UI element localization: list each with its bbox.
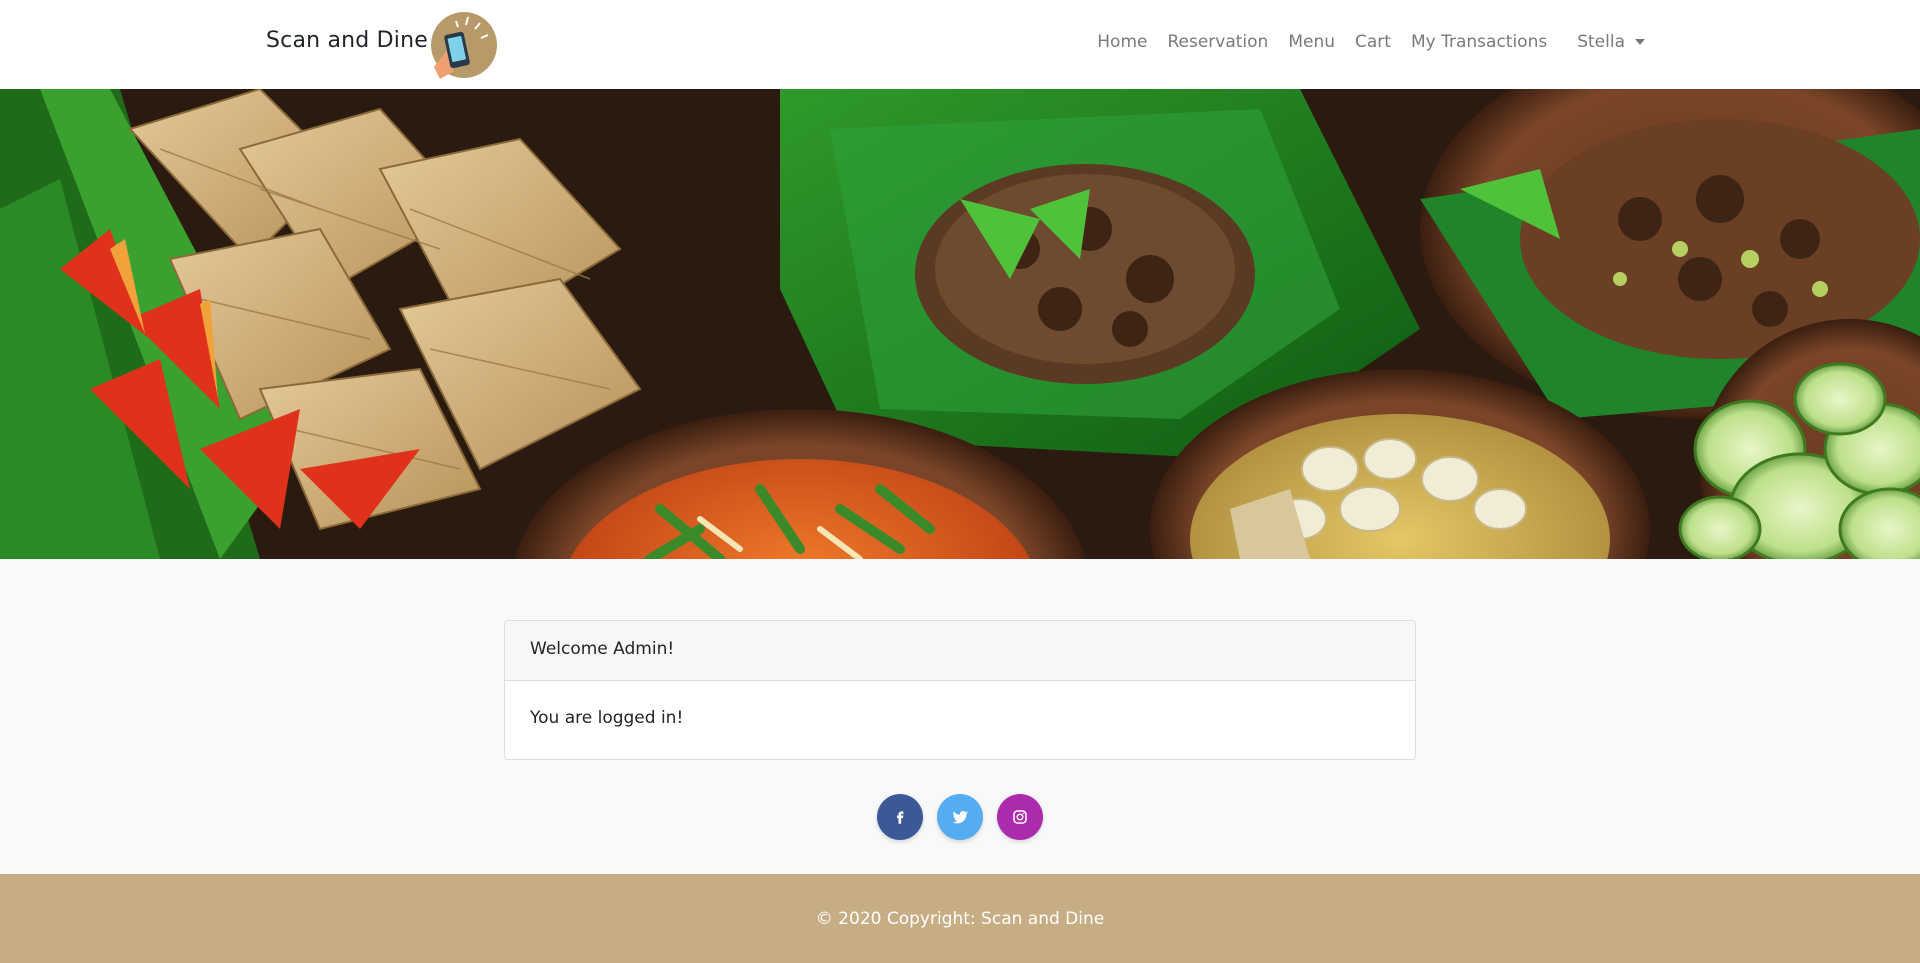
- nav-home[interactable]: Home: [1097, 32, 1147, 52]
- facebook-icon: [897, 811, 904, 824]
- card-body: You are logged in!: [530, 708, 684, 728]
- nav-links: Home Reservation Menu Cart My Transactio…: [1077, 32, 1645, 52]
- navbar: Scan and Dine Home Reservation Menu Cart…: [0, 0, 1920, 89]
- hero-food-image: [0, 89, 1920, 559]
- brand-link[interactable]: Scan and Dine: [266, 28, 428, 53]
- footer-copyright: © 2020 Copyright: Scan and Dine: [815, 908, 1105, 929]
- nav-my-transactions[interactable]: My Transactions: [1411, 32, 1547, 52]
- user-dropdown[interactable]: Stella: [1577, 32, 1645, 52]
- user-name: Stella: [1577, 32, 1625, 52]
- hero-banner: [0, 89, 1920, 559]
- social-links: [0, 794, 1920, 840]
- brand-logo-icon[interactable]: [430, 11, 498, 79]
- nav-reservation[interactable]: Reservation: [1167, 32, 1268, 52]
- card-header: Welcome Admin!: [505, 621, 1415, 681]
- instagram-icon: [1013, 810, 1027, 824]
- nav-menu[interactable]: Menu: [1288, 32, 1335, 52]
- nav-cart[interactable]: Cart: [1355, 32, 1391, 52]
- footer: © 2020 Copyright: Scan and Dine: [0, 874, 1920, 963]
- welcome-card: Welcome Admin! You are logged in!: [504, 620, 1416, 760]
- twitter-icon: [952, 811, 968, 824]
- twitter-button[interactable]: [937, 794, 983, 840]
- instagram-button[interactable]: [997, 794, 1043, 840]
- facebook-button[interactable]: [877, 794, 923, 840]
- caret-down-icon: [1635, 39, 1645, 45]
